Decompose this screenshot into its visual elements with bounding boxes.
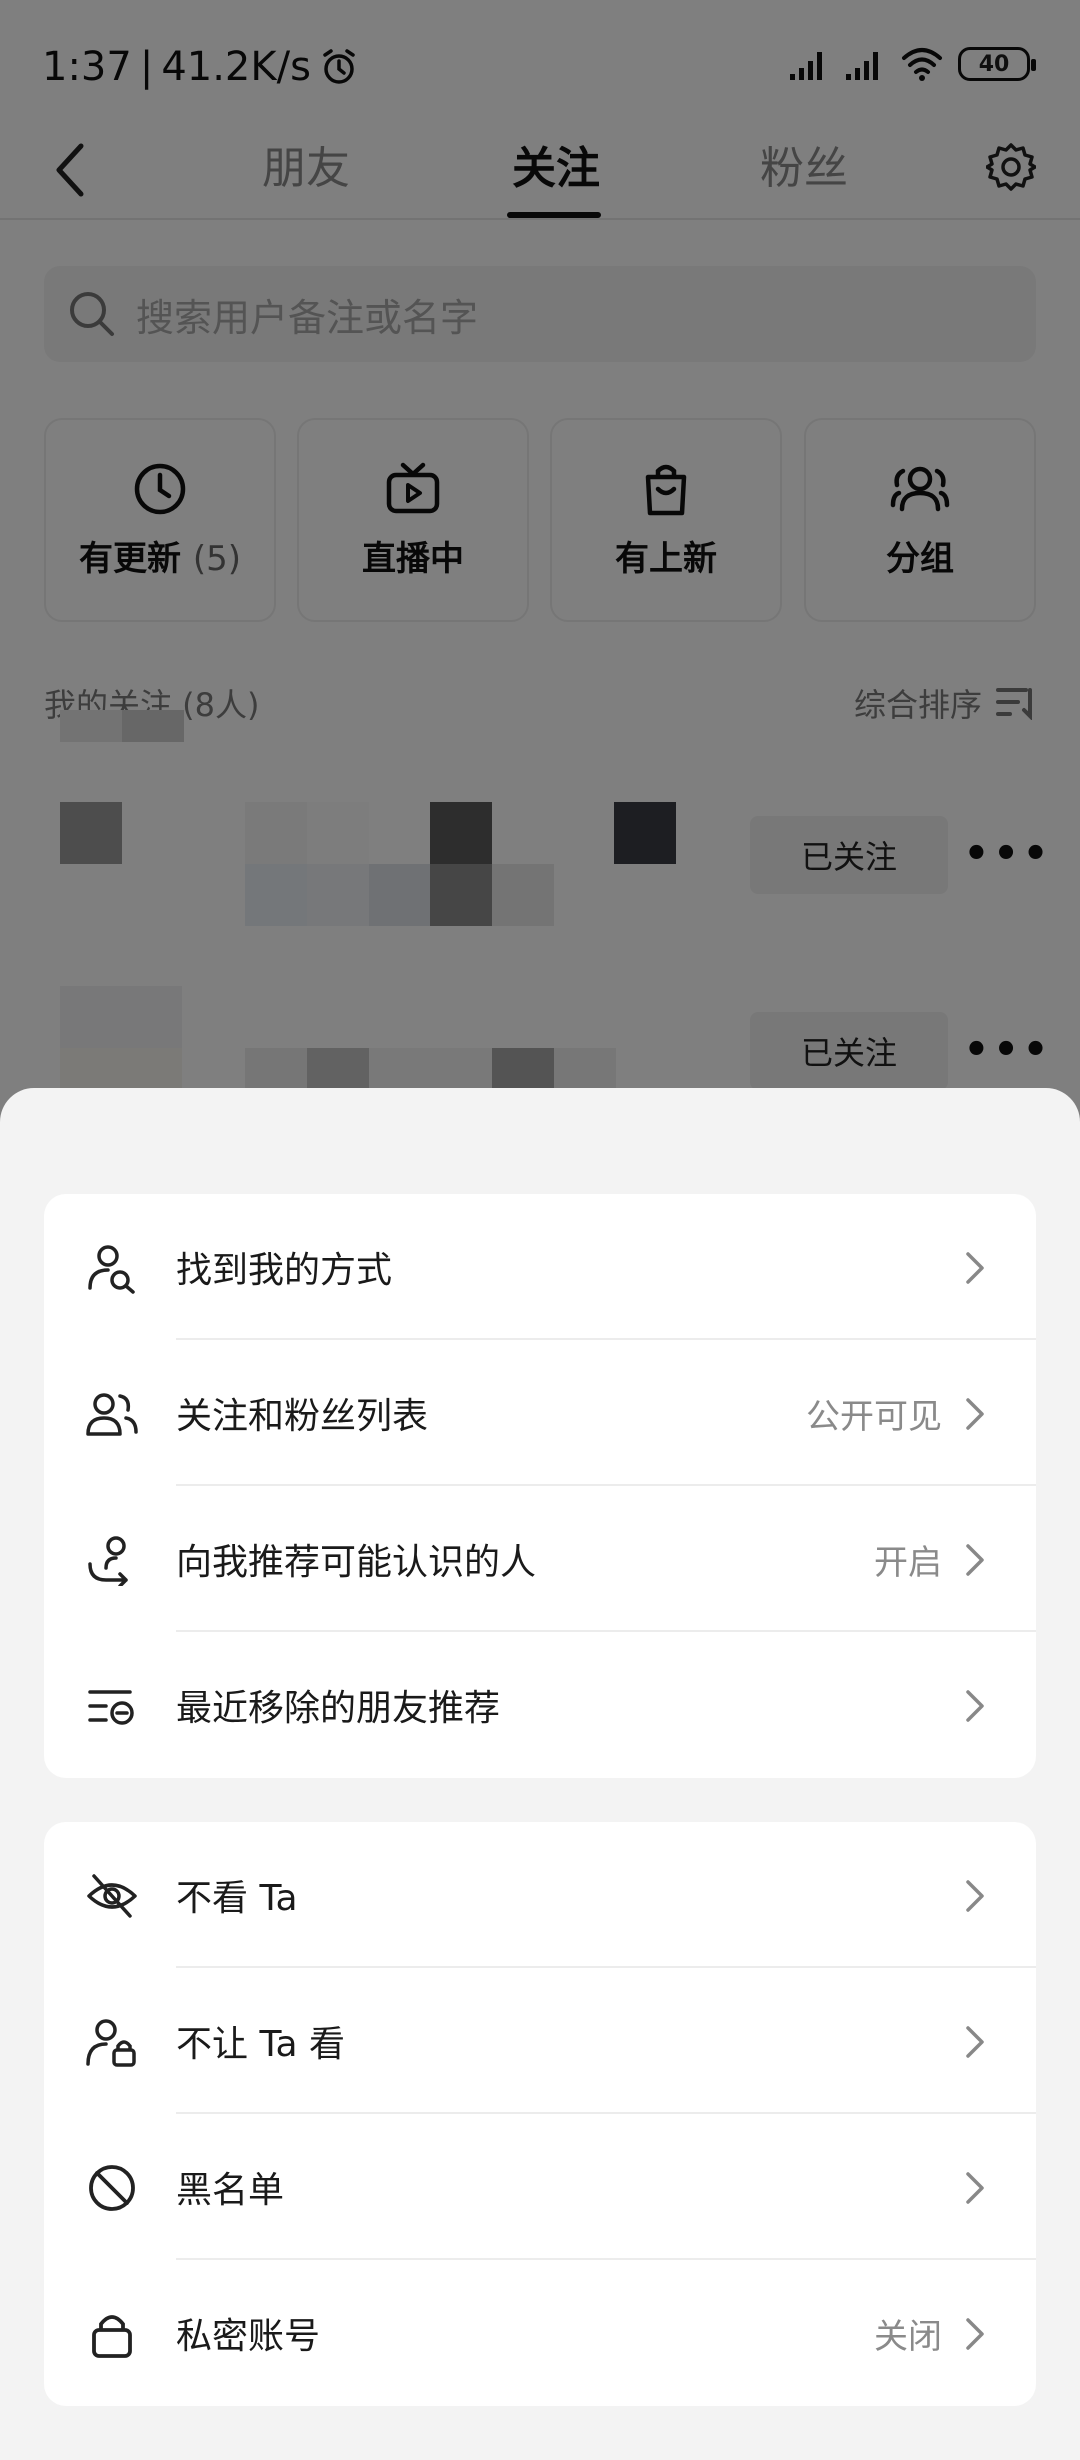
setting-recommend-people[interactable]: 向我推荐可能认识的人 开启: [44, 1486, 1036, 1632]
eye-off-icon: [87, 1874, 137, 1918]
lock-icon: [92, 2315, 132, 2358]
person-lock-icon: [86, 2019, 136, 2067]
setting-label: 不让 Ta 看: [176, 2024, 345, 2065]
setting-label: 最近移除的朋友推荐: [176, 1688, 501, 1729]
setting-follow-fans-list[interactable]: 关注和粉丝列表 公开可见: [44, 1340, 1036, 1486]
list-removed-icon: [88, 1690, 134, 1725]
setting-value: 关闭: [874, 2316, 942, 2357]
chevron-right-icon: [966, 2318, 984, 2350]
setting-hide-my-content[interactable]: 不让 Ta 看: [44, 1968, 1036, 2114]
setting-blacklist[interactable]: 黑名单: [44, 2114, 1036, 2260]
chevron-right-icon: [966, 2172, 984, 2204]
setting-label: 私密账号: [176, 2316, 321, 2357]
block-icon: [89, 2165, 135, 2211]
settings-group-1: 找到我的方式 关注和粉丝列表 公开可见 向我推荐可能认识的人 开启 最近移除的朋…: [44, 1194, 1036, 1778]
person-search-icon: [88, 1245, 135, 1294]
setting-label: 向我推荐可能认识的人: [176, 1542, 537, 1583]
privacy-settings-sheet: 找到我的方式 关注和粉丝列表 公开可见 向我推荐可能认识的人 开启 最近移除的朋…: [0, 1088, 1080, 2460]
setting-find-me[interactable]: 找到我的方式: [44, 1194, 1036, 1340]
setting-label: 找到我的方式: [176, 1250, 393, 1291]
chevron-right-icon: [966, 1544, 984, 1576]
setting-private-account[interactable]: 私密账号 关闭: [44, 2260, 1036, 2406]
chevron-right-icon: [966, 1252, 984, 1284]
setting-label: 关注和粉丝列表: [176, 1396, 429, 1437]
setting-value: 开启: [874, 1542, 942, 1583]
chevron-right-icon: [966, 1690, 984, 1722]
chevron-right-icon: [966, 2026, 984, 2058]
settings-group-2: 不看 Ta 不让 Ta 看 黑名单 私密账号 关闭: [44, 1822, 1036, 2406]
setting-hide-their-content[interactable]: 不看 Ta: [44, 1822, 1036, 1968]
setting-label: 黑名单: [176, 2170, 285, 2211]
setting-removed-recommendations[interactable]: 最近移除的朋友推荐: [44, 1632, 1036, 1778]
people-icon: [86, 1393, 138, 1436]
setting-value: 公开可见: [806, 1396, 942, 1437]
chevron-right-icon: [966, 1880, 984, 1912]
setting-label: 不看 Ta: [176, 1878, 298, 1919]
chevron-right-icon: [966, 1398, 984, 1430]
recommend-person-icon: [88, 1536, 128, 1586]
